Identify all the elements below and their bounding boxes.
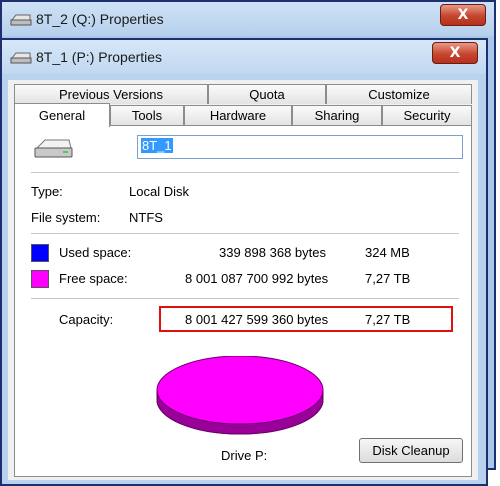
disk-usage-pie-chart xyxy=(156,356,324,435)
capacity-label: Capacity: xyxy=(59,312,114,327)
front-window-close-button[interactable]: X xyxy=(432,42,478,64)
tab-sharing[interactable]: Sharing xyxy=(292,105,382,125)
separator xyxy=(31,172,459,173)
drive-icon xyxy=(10,14,32,26)
used-space-bytes: 339 898 368 bytes xyxy=(219,245,326,260)
front-window-title: 8T_1 (P:) Properties xyxy=(36,49,163,65)
used-space-label: Used space: xyxy=(59,245,132,260)
used-space-color-swatch xyxy=(31,244,49,262)
tab-quota[interactable]: Quota xyxy=(208,84,326,104)
disk-cleanup-button[interactable]: Disk Cleanup xyxy=(359,438,463,463)
separator xyxy=(31,233,459,234)
volume-name-input[interactable]: 8T_1 xyxy=(137,135,463,159)
capacity-highlight-box xyxy=(159,306,453,332)
volume-name-value: 8T_1 xyxy=(141,138,173,153)
tab-customize[interactable]: Customize xyxy=(326,84,472,104)
front-properties-window: 8T_1 (P:) Properties X Previous Versions… xyxy=(0,38,488,486)
tab-general[interactable]: General xyxy=(14,103,110,127)
tab-tools[interactable]: Tools xyxy=(110,105,184,125)
back-window-close-button[interactable]: X xyxy=(440,4,486,26)
type-label: Type: xyxy=(31,184,63,199)
tabs-row-top: Previous Versions Quota Customize xyxy=(14,84,472,104)
back-window-title: 8T_2 (Q:) Properties xyxy=(36,11,164,27)
tab-hardware[interactable]: Hardware xyxy=(184,105,292,125)
separator xyxy=(31,298,459,299)
front-window-titlebar[interactable]: 8T_1 (P:) Properties X xyxy=(2,40,486,74)
file-system-label: File system: xyxy=(31,210,101,225)
tab-previous-versions[interactable]: Previous Versions xyxy=(14,84,208,104)
tab-security[interactable]: Security xyxy=(382,105,472,125)
back-window-titlebar[interactable]: 8T_2 (Q:) Properties X xyxy=(2,2,494,36)
properties-panel: Previous Versions Quota Customize Genera… xyxy=(8,80,478,480)
disk-cleanup-label: Disk Cleanup xyxy=(372,443,450,458)
used-space-size: 324 MB xyxy=(365,245,410,260)
tabs-row-bottom: General Tools Hardware Sharing Security xyxy=(14,103,472,127)
file-system-value: NTFS xyxy=(129,210,163,225)
free-space-color-swatch xyxy=(31,270,49,288)
drive-icon xyxy=(10,52,32,64)
free-space-label: Free space: xyxy=(59,271,128,286)
free-space-size: 7,27 TB xyxy=(365,271,411,286)
free-space-bytes: 8 001 087 700 992 bytes xyxy=(185,271,329,286)
type-value: Local Disk xyxy=(129,184,189,199)
drive-letter-label: Drive P: xyxy=(221,448,268,463)
general-tab-sheet: 8T_1 Type: Local Disk File system: NTFS … xyxy=(14,125,472,477)
hard-drive-icon xyxy=(34,139,73,158)
